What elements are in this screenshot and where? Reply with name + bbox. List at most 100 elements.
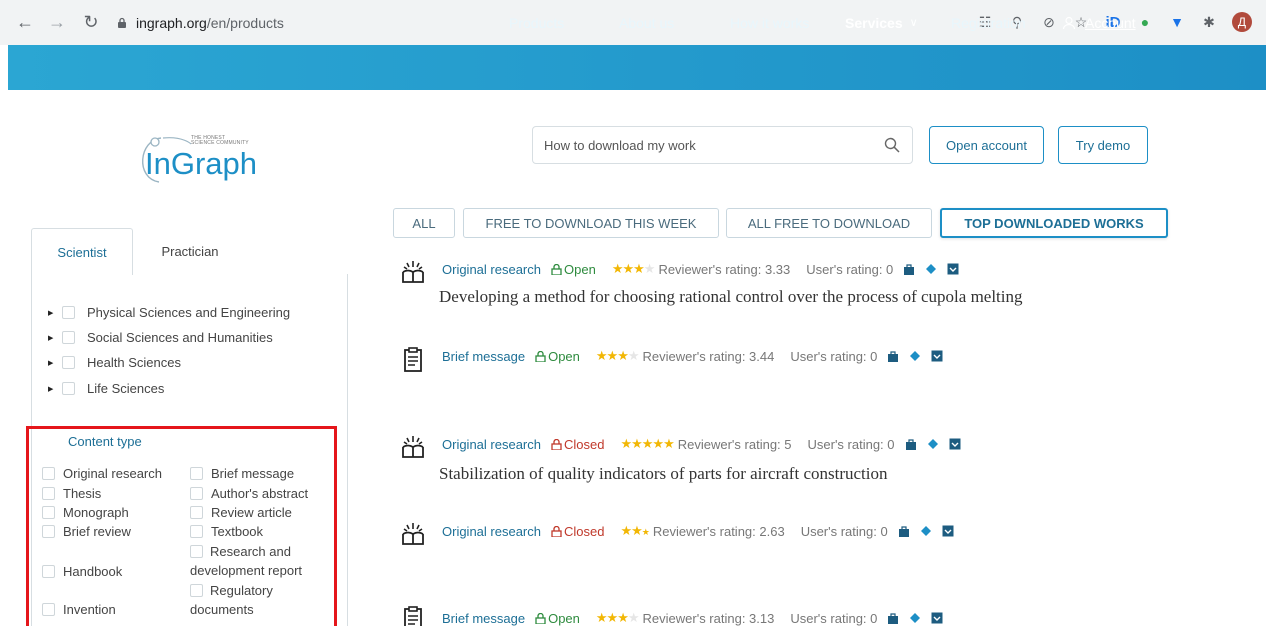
content-type-textbook[interactable]: Textbook: [190, 522, 263, 541]
tag-icon[interactable]: [909, 350, 921, 362]
checkbox[interactable]: [42, 467, 55, 480]
filter-all-free[interactable]: ALL FREE TO DOWNLOAD: [726, 208, 932, 238]
download-icon[interactable]: [949, 438, 961, 450]
category-health-sciences[interactable]: ▶ Health Sciences: [48, 355, 181, 370]
lock-icon: [118, 17, 126, 28]
download-icon[interactable]: [931, 612, 943, 624]
back-icon[interactable]: ←: [14, 12, 36, 34]
puzzle-icon[interactable]: ✱: [1200, 13, 1218, 31]
profile-avatar[interactable]: Д: [1232, 12, 1252, 32]
checkbox[interactable]: [190, 467, 203, 480]
work-type[interactable]: Brief message: [442, 349, 525, 364]
tab-scientist[interactable]: Scientist: [31, 228, 133, 275]
search-input[interactable]: How to download my work: [532, 126, 913, 164]
category-life-sciences[interactable]: ▶ Life Sciences: [48, 381, 164, 396]
extension-icon[interactable]: ●: [1136, 13, 1154, 31]
content-type-invention[interactable]: Invention: [42, 600, 116, 619]
nav-about-us[interactable]: About us: [619, 0, 674, 45]
content-type-review-article[interactable]: Review article: [190, 503, 292, 522]
work-type[interactable]: Original research: [442, 262, 541, 277]
nav-account[interactable]: Account: [1062, 0, 1136, 45]
work-type[interactable]: Original research: [442, 524, 541, 539]
bag-icon[interactable]: [887, 612, 899, 624]
nav-services[interactable]: Services ∨: [845, 0, 918, 45]
category-social-sciences[interactable]: ▶ Social Sciences and Humanities: [48, 330, 273, 345]
tag-icon[interactable]: [925, 263, 937, 275]
nav-how-it-works[interactable]: How it works: [730, 0, 809, 45]
filter-top-downloaded[interactable]: TOP DOWNLOADED WORKS: [940, 208, 1168, 238]
checkbox[interactable]: [42, 565, 55, 578]
status-badge: Open: [551, 262, 596, 277]
expand-icon[interactable]: ▶: [48, 334, 62, 342]
expand-icon[interactable]: ▶: [48, 359, 62, 367]
forward-icon[interactable]: →: [46, 12, 68, 34]
content-type-brief-message[interactable]: Brief message: [190, 464, 294, 483]
tag-icon[interactable]: [909, 612, 921, 624]
book-icon: [402, 523, 424, 545]
bag-icon[interactable]: [898, 525, 910, 537]
checkbox[interactable]: [42, 525, 55, 538]
checkbox[interactable]: [62, 356, 75, 369]
work-title[interactable]: Developing a method for choosing rationa…: [439, 287, 1023, 307]
tag-icon[interactable]: [920, 525, 932, 537]
lock-open-icon: [535, 350, 546, 362]
content-type-handbook[interactable]: Handbook: [42, 562, 122, 581]
download-icon[interactable]: [947, 263, 959, 275]
status-badge: Closed: [551, 524, 604, 539]
tag-icon[interactable]: [927, 438, 939, 450]
checkbox[interactable]: [62, 306, 75, 319]
checkbox[interactable]: [42, 603, 55, 616]
lock-closed-icon: [551, 438, 562, 450]
user-rating: User's rating: 0: [790, 610, 878, 626]
try-demo-button[interactable]: Try demo: [1058, 126, 1148, 164]
checkbox[interactable]: [190, 525, 203, 538]
eye-off-icon[interactable]: ⊘: [1040, 13, 1058, 31]
content-type-regulatory-documents[interactable]: Regulatory documents: [190, 581, 330, 619]
checkbox[interactable]: [190, 506, 203, 519]
checkbox[interactable]: [42, 487, 55, 500]
checkbox[interactable]: [190, 584, 203, 597]
nav-products[interactable]: Products: [509, 0, 564, 45]
content-type-original-research[interactable]: Original research: [42, 464, 162, 483]
bag-icon[interactable]: [903, 263, 915, 275]
open-account-button[interactable]: Open account: [929, 126, 1044, 164]
checkbox[interactable]: [190, 545, 203, 558]
checkbox[interactable]: [62, 331, 75, 344]
reviewer-rating: Reviewer's rating: 3.44: [642, 348, 775, 364]
lock-open-icon: [551, 263, 562, 275]
chevron-down-icon: ∨: [909, 17, 918, 29]
work-title[interactable]: Stabilization of quality indicators of p…: [439, 464, 887, 484]
reload-icon[interactable]: ↻: [80, 12, 102, 34]
content-type-thesis[interactable]: Thesis: [42, 484, 101, 503]
content-type-brief-review[interactable]: Brief review: [42, 522, 131, 541]
content-type-authors-abstract[interactable]: Author's abstract: [190, 484, 308, 503]
star-rating: ★★★: [620, 523, 649, 538]
shield-extension-icon[interactable]: ▼: [1168, 13, 1186, 31]
search-icon[interactable]: [884, 137, 900, 153]
expand-icon[interactable]: ▶: [48, 385, 62, 393]
work-meta: Original research Open ★★★★ Reviewer's r…: [442, 261, 959, 277]
work-meta: Brief message Open ★★★★ Reviewer's ratin…: [442, 610, 943, 626]
tab-practician[interactable]: Practician: [133, 228, 247, 275]
filter-all[interactable]: ALL: [393, 208, 455, 238]
bag-icon[interactable]: [905, 438, 917, 450]
checkbox[interactable]: [62, 382, 75, 395]
work-type[interactable]: Original research: [442, 437, 541, 452]
content-type-monograph[interactable]: Monograph: [42, 503, 129, 522]
filter-free-this-week[interactable]: FREE TO DOWNLOAD THIS WEEK: [463, 208, 719, 238]
download-icon[interactable]: [931, 350, 943, 362]
bag-icon[interactable]: [887, 350, 899, 362]
user-rating: User's rating: 0: [807, 436, 895, 452]
expand-icon[interactable]: ▶: [48, 309, 62, 317]
category-physical-sciences[interactable]: ▶ Physical Sciences and Engineering: [48, 305, 290, 320]
checkbox[interactable]: [190, 487, 203, 500]
work-type[interactable]: Brief message: [442, 611, 525, 626]
nav-registration[interactable]: Registration: [951, 0, 1026, 45]
content-type-rd-report[interactable]: Research and development report: [190, 542, 330, 580]
site-logo[interactable]: THE HONEST SCIENCE COMMUNITY InGraph: [133, 130, 273, 190]
checkbox[interactable]: [42, 506, 55, 519]
star-rating: ★★★★: [611, 261, 656, 276]
work-meta: Brief message Open ★★★★ Reviewer's ratin…: [442, 348, 943, 364]
status-badge: Open: [535, 611, 580, 626]
download-icon[interactable]: [942, 525, 954, 537]
